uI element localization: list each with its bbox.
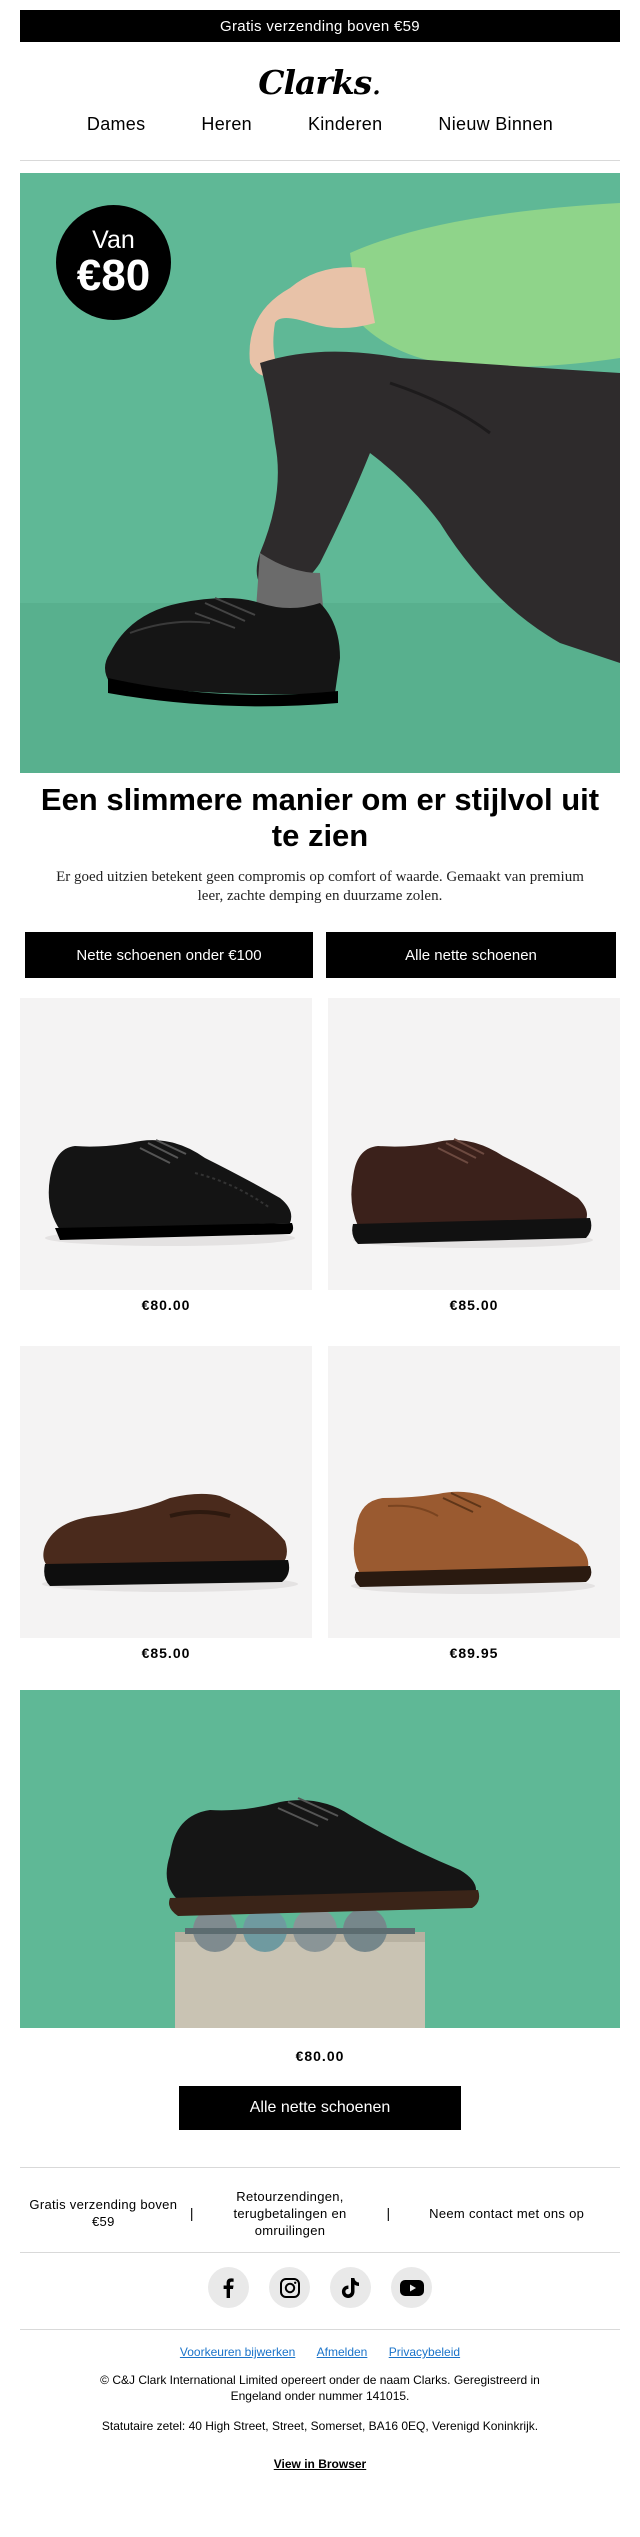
footer-divider	[20, 2329, 620, 2330]
usp-separator: |	[189, 2205, 194, 2221]
clarks-logo[interactable]: Clarks.	[0, 62, 640, 102]
product-price-2: €85.00	[449, 1297, 499, 1313]
legal-address: Statutaire zetel: 40 High Street, Street…	[101, 2419, 539, 2433]
unsubscribe-link[interactable]: Afmelden	[317, 2345, 368, 2359]
feature-all-formal-shoes-button[interactable]: Alle nette schoenen	[179, 2086, 461, 2130]
privacy-policy-link[interactable]: Privacybeleid	[389, 2345, 460, 2359]
update-preferences-link[interactable]: Voorkeuren bijwerken	[180, 2345, 295, 2359]
view-in-browser: View in Browser	[0, 2457, 640, 2471]
shoes-under-100-button[interactable]: Nette schoenen onder €100	[25, 932, 313, 978]
nav-heren[interactable]: Heren	[173, 114, 280, 140]
feature-price: €80.00	[295, 2048, 345, 2064]
usp-returns[interactable]: Retourzendingen, terugbetalingen en omru…	[197, 2188, 384, 2239]
feature-product-image[interactable]	[20, 1690, 620, 2028]
body-copy: Er goed uitzien betekent geen compromis …	[56, 869, 584, 904]
usp-row: Gratis verzending boven €59 | Retourzend…	[20, 2170, 620, 2256]
brown-derby-shoe-image	[351, 1138, 593, 1248]
all-formal-shoes-button[interactable]: Alle nette schoenen	[326, 932, 616, 978]
product-image-2[interactable]	[328, 998, 620, 1290]
free-shipping-text: Gratis verzending boven €59	[220, 17, 420, 35]
product-price-1: €80.00	[141, 1297, 191, 1313]
view-in-browser-link[interactable]: View in Browser	[274, 2457, 366, 2471]
brown-suede-loafer-image	[42, 1493, 298, 1592]
product-image-4[interactable]	[328, 1346, 620, 1638]
tiktok-icon[interactable]	[330, 2267, 371, 2308]
headline: Een slimmere manier om er stijlvol uit t…	[40, 782, 600, 853]
price-badge: Van €80	[56, 205, 171, 320]
main-navigation: Dames Heren Kinderen Nieuw Binnen	[0, 114, 640, 140]
facebook-icon[interactable]	[208, 2267, 249, 2308]
badge-price: €80	[76, 250, 151, 300]
nav-nieuw-binnen[interactable]: Nieuw Binnen	[410, 114, 581, 140]
tan-derby-shoe-image	[351, 1491, 595, 1594]
logo-dot: .	[371, 62, 382, 102]
usp-divider-bottom	[20, 2252, 620, 2253]
nav-dames[interactable]: Dames	[59, 114, 174, 140]
product-image-3[interactable]	[20, 1346, 312, 1638]
footer-links: Voorkeuren bijwerken Afmelden Privacybel…	[0, 2345, 640, 2359]
social-links	[0, 2267, 640, 2311]
legal-company: © C&J Clark International Limited operee…	[100, 2373, 540, 2403]
product-image-1[interactable]	[20, 998, 312, 1290]
youtube-icon[interactable]	[391, 2267, 432, 2308]
usp-separator: |	[386, 2205, 391, 2221]
free-shipping-banner[interactable]: Gratis verzending boven €59	[20, 10, 620, 42]
usp-divider-top	[20, 2167, 620, 2168]
nav-kinderen[interactable]: Kinderen	[280, 114, 410, 140]
badge-from-label: Van	[92, 225, 135, 254]
black-brogue-shoe-image	[45, 1139, 295, 1246]
usp-contact[interactable]: Neem contact met ons op	[393, 2205, 620, 2222]
usp-free-shipping[interactable]: Gratis verzending boven €59	[20, 2196, 187, 2230]
logo-wordmark: Clarks	[258, 62, 372, 102]
product-price-3: €85.00	[141, 1645, 191, 1661]
product-price-4: €89.95	[449, 1645, 499, 1661]
feature-shoe-on-plinth	[20, 1690, 620, 2028]
instagram-icon[interactable]	[269, 2267, 310, 2308]
header-divider	[20, 160, 620, 161]
